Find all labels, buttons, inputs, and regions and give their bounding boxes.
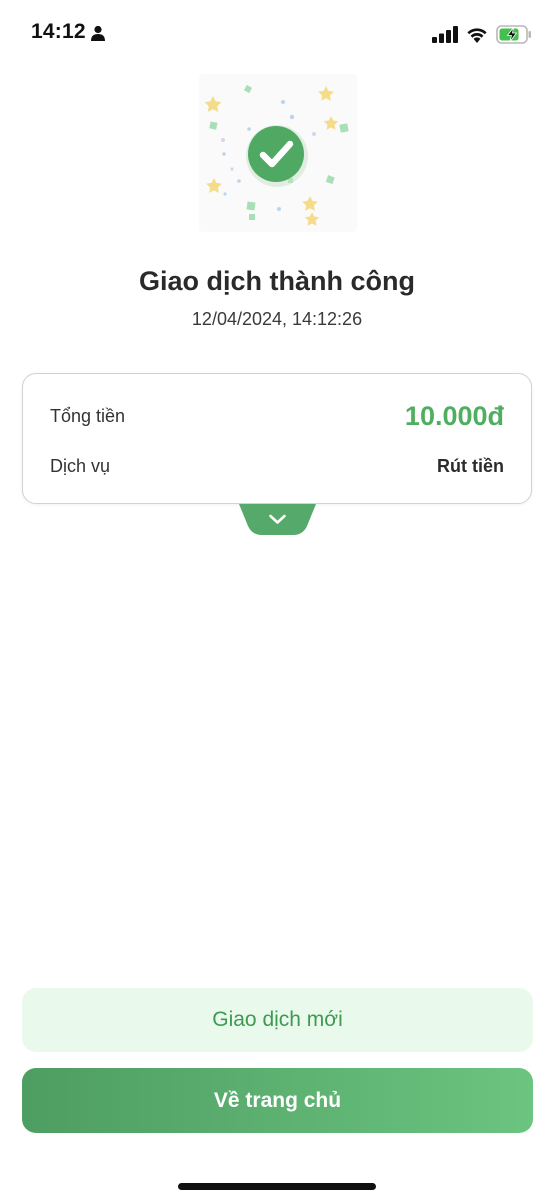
- transaction-summary-card: Tổng tiền 10.000đ Dịch vụ Rút tiền: [22, 373, 532, 504]
- battery-charging-icon: [496, 24, 531, 44]
- total-label: Tổng tiền: [50, 405, 126, 426]
- expand-details-toggle[interactable]: [239, 504, 316, 535]
- status-time: 14:12: [31, 20, 86, 43]
- home-button[interactable]: Về trang chủ: [22, 1068, 533, 1133]
- status-bar: 14:12: [0, 0, 554, 66]
- person-icon: [91, 25, 105, 41]
- wifi-icon: [467, 27, 487, 43]
- success-check-icon: [248, 126, 304, 182]
- success-illustration: [199, 74, 357, 232]
- home-indicator: [178, 1183, 376, 1190]
- total-amount: 10.000đ: [404, 400, 504, 431]
- service-label: Dịch vụ: [50, 455, 111, 476]
- total-row: Tổng tiền 10.000đ: [50, 398, 504, 434]
- result-title: Giao dịch thành công: [139, 266, 415, 296]
- signal-icon: [432, 25, 458, 43]
- service-row: Dịch vụ Rút tiền: [50, 453, 504, 479]
- service-value: Rút tiền: [437, 455, 504, 476]
- transaction-datetime: 12/04/2024, 14:12:26: [191, 309, 363, 329]
- confetti-graphic: [204, 84, 349, 226]
- status-indicators: [432, 22, 532, 46]
- new-transaction-button[interactable]: Giao dịch mới: [22, 988, 533, 1052]
